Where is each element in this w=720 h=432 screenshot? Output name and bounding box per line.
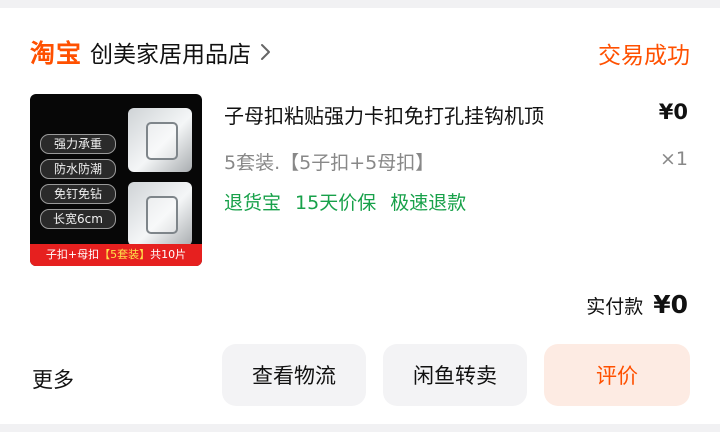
order-header: 淘宝 创美家居用品店 交易成功 [30, 32, 690, 72]
hook-image [128, 182, 192, 246]
product-quantity: ×1 [659, 148, 688, 170]
feature-tag: 免钉免钻 [40, 184, 116, 204]
review-button[interactable]: 评价 [544, 344, 690, 406]
total-label: 实付款 [586, 296, 644, 318]
order-card: 淘宝 创美家居用品店 交易成功 强力承重 防水防潮 免钉免钻 长宽6cm 子扣+… [0, 8, 720, 424]
service-fast-refund: 极速退款 [390, 192, 467, 214]
banner-count: 共10片 [150, 248, 187, 261]
service-price-protection: 15天价保 [295, 192, 377, 214]
feature-tag: 强力承重 [40, 134, 116, 154]
thumbnail-banner: 子扣+母扣【5套装】共10片 [30, 244, 202, 266]
view-logistics-button[interactable]: 查看物流 [222, 344, 366, 406]
xianyu-resell-button[interactable]: 闲鱼转卖 [383, 344, 527, 406]
banner-text: 子扣+母扣 [45, 248, 100, 261]
chevron-right-icon[interactable] [253, 40, 277, 64]
hook-image [128, 108, 192, 172]
product-thumbnail[interactable]: 强力承重 防水防潮 免钉免钻 长宽6cm 子扣+母扣【5套装】共10片 [30, 94, 202, 266]
banner-highlight: 【5套装】 [99, 248, 151, 261]
product-price: ¥0 [658, 100, 688, 124]
total-amount: ¥0 [653, 290, 688, 319]
shop-name-link[interactable]: 创美家居用品店 [90, 35, 251, 69]
taobao-logo: 淘宝 [30, 39, 83, 68]
product-title[interactable]: 子母扣粘贴强力卡扣免打孔挂钩机顶 [224, 100, 544, 129]
service-tags: 退货宝 15天价保 极速退款 [224, 188, 466, 215]
feature-tag: 防水防潮 [40, 159, 116, 179]
order-status: 交易成功 [598, 43, 690, 69]
service-return-insurance: 退货宝 [224, 192, 282, 214]
product-spec: 5套装.【5子扣+5母扣】 [224, 152, 435, 174]
feature-tag: 长宽6cm [40, 209, 116, 229]
thumbnail-feature-tags: 强力承重 防水防潮 免钉免钻 长宽6cm [40, 134, 116, 234]
more-button[interactable]: 更多 [32, 364, 74, 394]
hook-product-images [128, 108, 192, 256]
payment-total: 实付款 ¥0 [586, 290, 688, 319]
